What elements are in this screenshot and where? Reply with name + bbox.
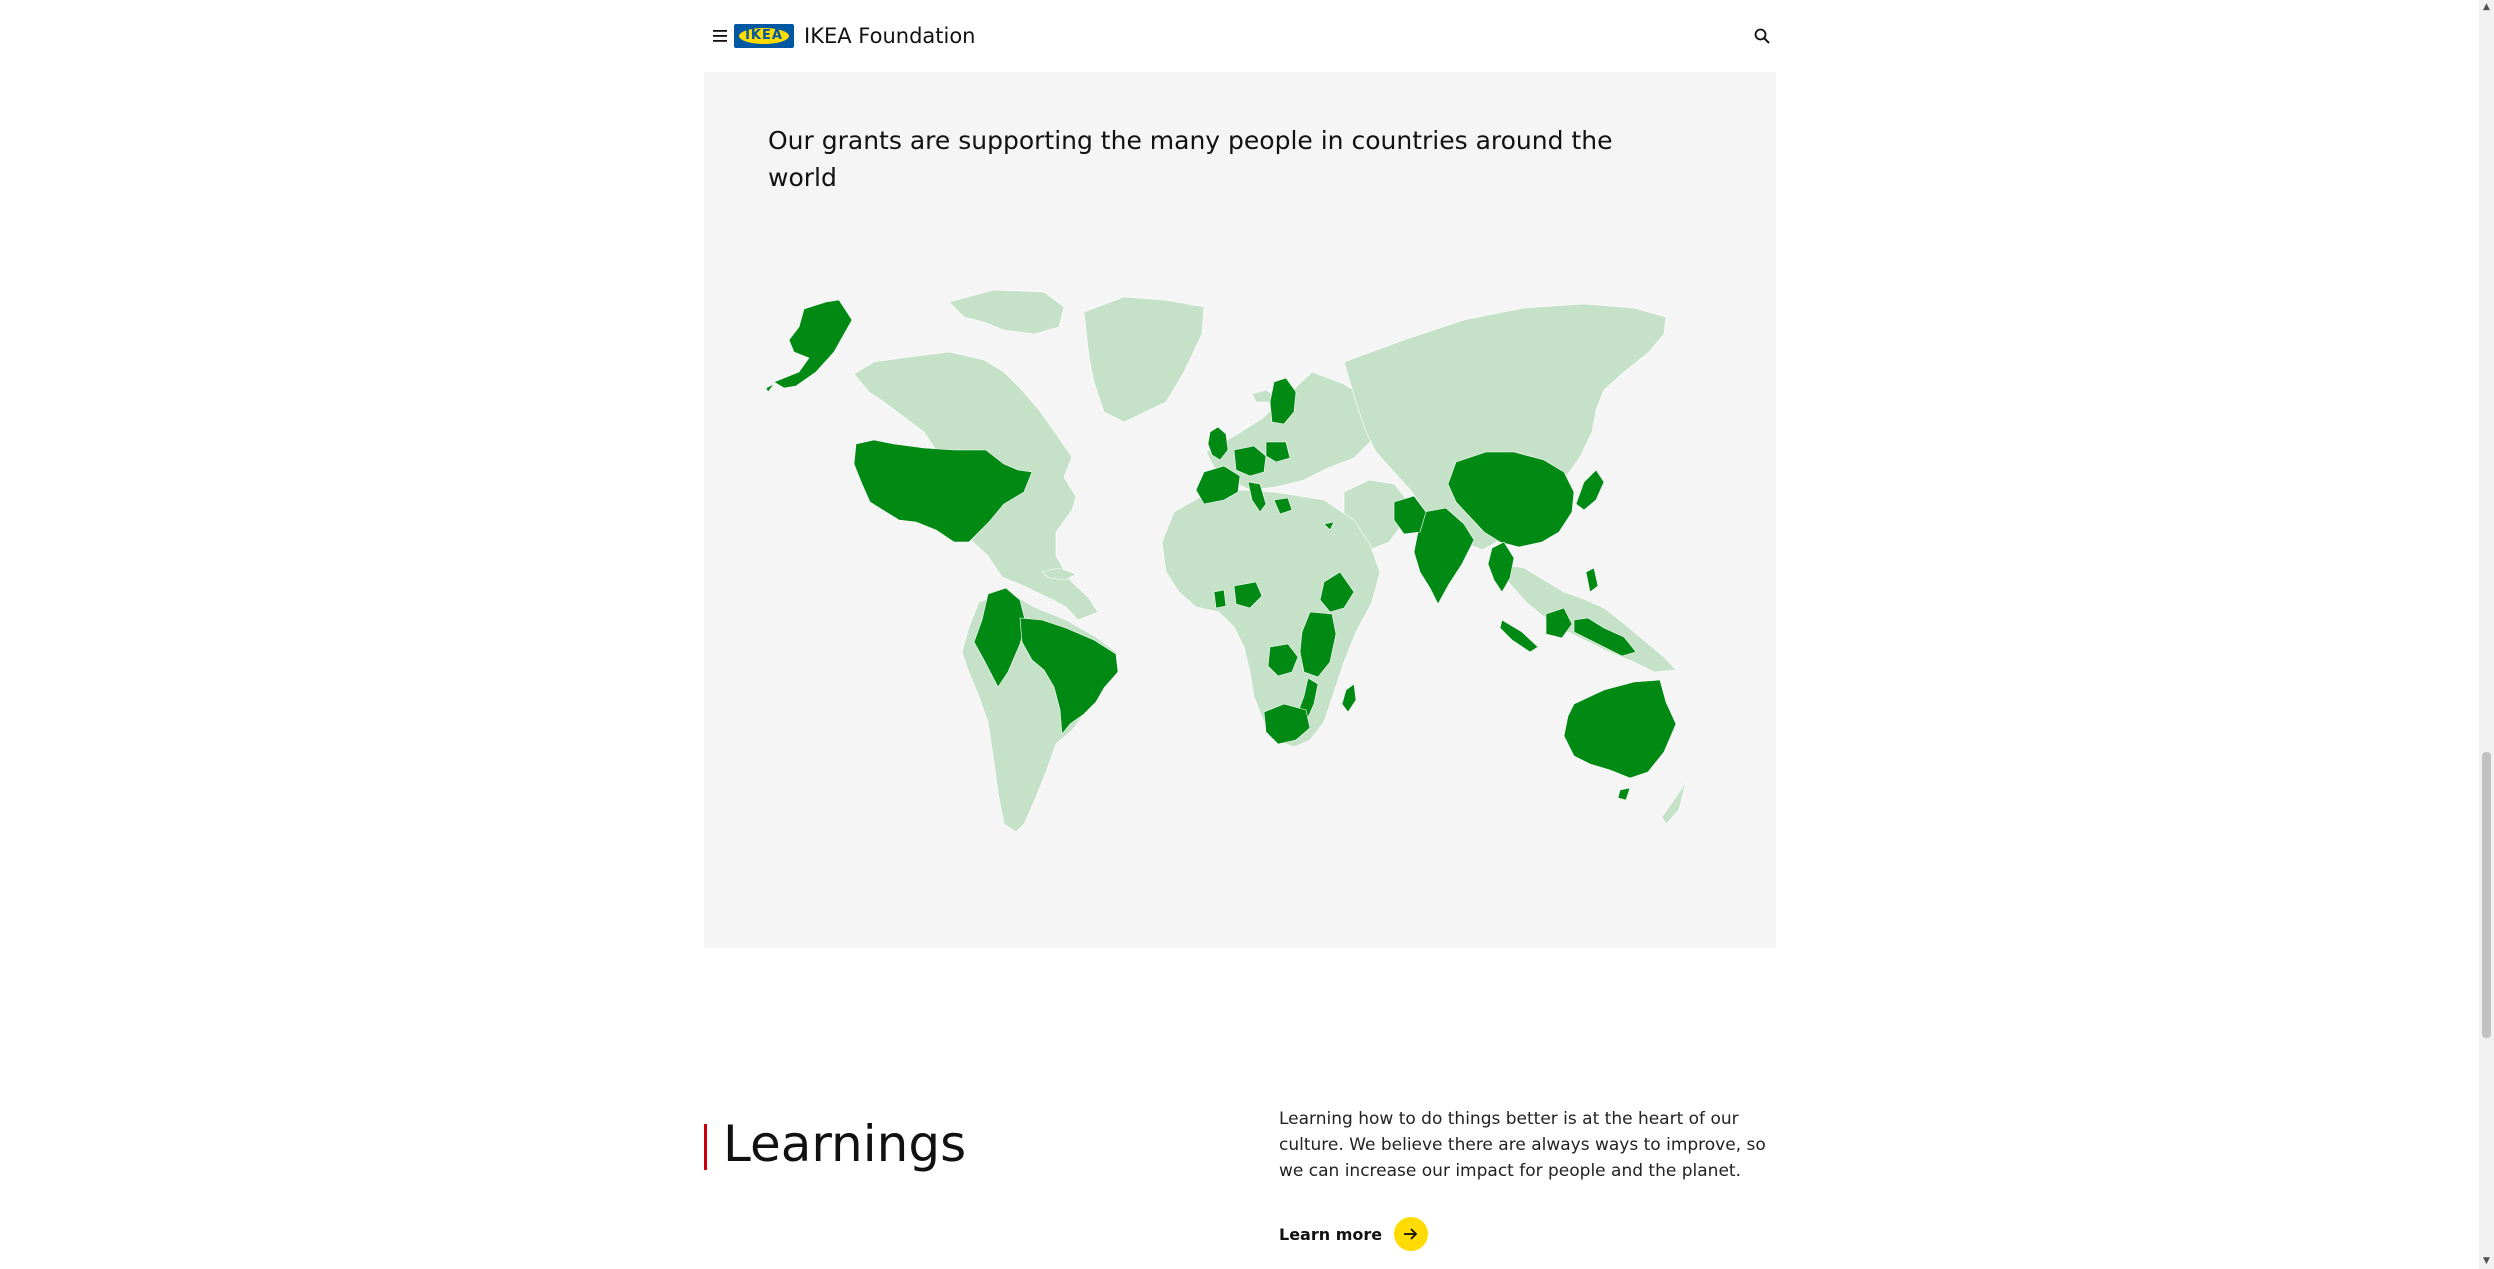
learnings-section: Learnings Learning how to do things bett… bbox=[704, 1090, 1776, 1269]
page-scrollbar[interactable]: ▲ ▼ bbox=[2479, 0, 2494, 1269]
site-header: IKEA IKEA Foundation bbox=[704, 0, 1776, 72]
search-icon bbox=[1754, 28, 1770, 44]
region-philippines bbox=[1585, 567, 1599, 593]
land-new-zealand bbox=[1661, 781, 1687, 825]
site-name[interactable]: IKEA Foundation bbox=[804, 20, 976, 52]
arrow-right-icon bbox=[1404, 1228, 1418, 1240]
logo-text: IKEA bbox=[745, 28, 783, 43]
scrollbar-thumb[interactable] bbox=[2482, 752, 2491, 1038]
learnings-accent-bar bbox=[704, 1124, 707, 1170]
region-alaska-islands bbox=[765, 383, 775, 393]
learn-more-label: Learn more bbox=[1279, 1224, 1383, 1244]
world-map bbox=[765, 289, 1687, 833]
region-australia bbox=[1563, 679, 1677, 779]
learn-more-button[interactable] bbox=[1394, 1217, 1429, 1251]
region-alaska bbox=[773, 299, 853, 389]
hamburger-icon bbox=[713, 30, 727, 42]
learn-more-link[interactable]: Learn more bbox=[1279, 1216, 1429, 1252]
scroll-up-icon[interactable]: ▲ bbox=[2479, 0, 2494, 15]
scroll-down-icon[interactable]: ▼ bbox=[2479, 1254, 2494, 1269]
menu-button[interactable] bbox=[704, 24, 736, 48]
region-tasmania bbox=[1617, 787, 1631, 801]
region-ghana bbox=[1213, 589, 1227, 609]
land-canada-islands bbox=[948, 289, 1065, 335]
search-button[interactable] bbox=[1748, 22, 1776, 50]
grants-map-section: Our grants are supporting the many peopl… bbox=[704, 72, 1776, 948]
base-land bbox=[853, 289, 1687, 833]
region-japan bbox=[1575, 469, 1605, 511]
region-indonesia-west bbox=[1499, 619, 1539, 653]
learnings-title: Learnings bbox=[723, 1115, 967, 1173]
region-madagascar bbox=[1341, 683, 1357, 713]
land-greenland bbox=[1083, 296, 1205, 423]
learnings-description: Learning how to do things better is at t… bbox=[1279, 1109, 1766, 1181]
ikea-logo[interactable]: IKEA bbox=[734, 24, 794, 48]
